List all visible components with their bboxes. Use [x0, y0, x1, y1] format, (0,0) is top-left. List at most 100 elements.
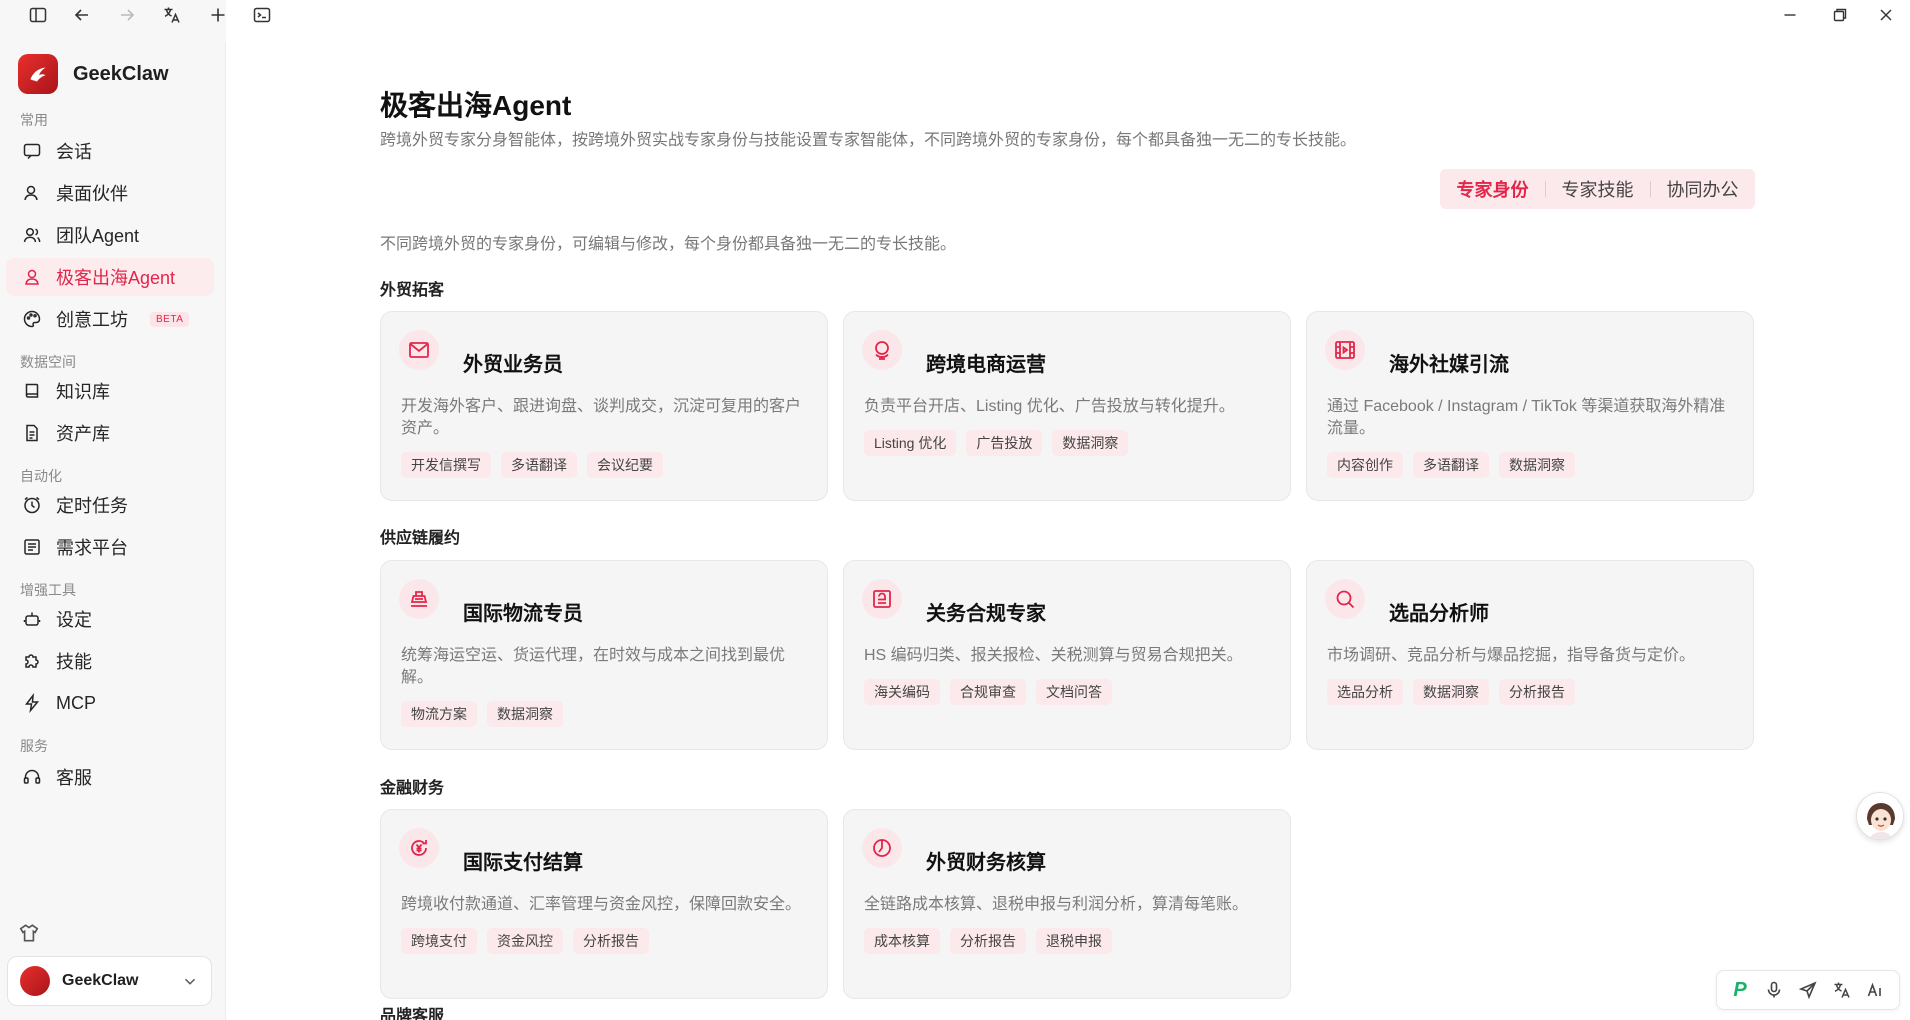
- chart-pie-icon: [862, 828, 902, 868]
- team-icon: [23, 227, 41, 243]
- theme-shirt-icon[interactable]: [18, 922, 40, 944]
- document-icon: [26, 424, 38, 442]
- skill-tag: 数据洞察: [487, 701, 563, 727]
- sidebar-item-label: 会话: [56, 142, 92, 162]
- skill-tag: 数据洞察: [1052, 430, 1129, 456]
- sidebar-item-team-agent[interactable]: 团队Agent: [6, 216, 214, 254]
- tab-expert-skills[interactable]: 专家技能: [1545, 169, 1650, 209]
- sidebar-item-label: MCP: [56, 692, 96, 713]
- list-icon: [24, 539, 40, 555]
- back-arrow-icon[interactable]: [68, 2, 96, 28]
- app-name: GeekClaw: [73, 62, 169, 85]
- tab-bar: 专家身份 专家技能 协同办公: [1440, 169, 1755, 209]
- sidebar-item-asset-library[interactable]: 资产库: [6, 414, 214, 452]
- skill-tag: Listing 优化: [864, 430, 957, 456]
- sidebar-item-geek-overseas-agent[interactable]: 极客出海Agent: [6, 258, 214, 296]
- floating-toolbar: P: [1716, 970, 1900, 1010]
- sidebar: GeekClaw 常用 会话 桌面伙伴 团队Agent 极客出海Agent 创意…: [0, 42, 226, 1020]
- globe-icon: [862, 330, 902, 370]
- terminal-icon[interactable]: [248, 2, 276, 28]
- group-title: 供应链履约: [380, 530, 461, 547]
- tag-list: 选品分析 数据洞察 分析报告: [1327, 679, 1585, 705]
- sidebar-item-label: 定时任务: [56, 496, 128, 516]
- user-icon: [24, 185, 38, 201]
- skill-tag: 数据洞察: [1499, 452, 1575, 478]
- card-title: 国际支付结算: [463, 852, 583, 874]
- expert-card[interactable]: 外贸财务核算 全链路成本核算、退税申报与利润分析，算清每笔账。 成本核算 分析报…: [843, 809, 1291, 999]
- expert-card[interactable]: 跨境电商运营 负责平台开店、Listing 优化、广告投放与转化提升。 List…: [843, 311, 1291, 501]
- skill-tag: 物流方案: [401, 701, 477, 727]
- beta-badge: BETA: [150, 311, 190, 327]
- skill-tag: 选品分析: [1327, 679, 1403, 705]
- account-switcher[interactable]: GeekClaw: [7, 956, 212, 1006]
- skill-tag: 合规审查: [950, 679, 1026, 705]
- translate-icon[interactable]: [1830, 978, 1854, 1002]
- chat-icon: [23, 143, 41, 160]
- expert-card[interactable]: 国际物流专员 统筹海运空运、货运代理，在时效与成本之间找到最优解。 物流方案 数…: [380, 560, 828, 750]
- tab-expert-identity[interactable]: 专家身份: [1440, 169, 1545, 209]
- skill-tag: 多语翻译: [1413, 452, 1489, 478]
- tag-list: 跨境支付 资金风控 分析报告: [401, 928, 659, 954]
- forward-arrow-icon[interactable]: [113, 2, 141, 28]
- sidebar-toggle-icon[interactable]: [24, 2, 52, 28]
- stamp-icon: [862, 579, 902, 619]
- sidebar-item-mcp[interactable]: MCP: [6, 684, 214, 722]
- sidebar-item-label: 团队Agent: [56, 226, 140, 246]
- skill-tag: 海关编码: [864, 679, 940, 705]
- expert-card[interactable]: 外贸业务员 开发海外客户、跟进询盘、谈判成交，沉淀可复用的客户资产。 开发信撰写…: [380, 311, 828, 501]
- skill-tag: 多语翻译: [501, 452, 577, 478]
- card-title: 外贸业务员: [463, 354, 563, 376]
- palette-icon: [23, 310, 41, 328]
- assistant-avatar[interactable]: [1856, 792, 1904, 840]
- expert-card[interactable]: 国际支付结算 跨境收付款通道、汇率管理与资金风控，保障回款安全。 跨境支付 资金…: [380, 809, 828, 999]
- user-icon: [25, 269, 39, 285]
- section-label-enhanced-tools: 增强工具: [20, 582, 76, 598]
- restore-icon[interactable]: [1826, 2, 1854, 28]
- sidebar-item-chat[interactable]: 会话: [6, 132, 214, 170]
- expert-card[interactable]: 关务合规专家 HS 编码归类、报关报检、关税测算与贸易合规把关。 海关编码 合规…: [843, 560, 1291, 750]
- send-icon[interactable]: [1796, 978, 1820, 1002]
- card-description: 开发海外客户、跟进询盘、谈判成交，沉淀可复用的客户资产。: [401, 398, 802, 437]
- mail-icon: [399, 330, 439, 370]
- sidebar-item-label: 桌面伙伴: [56, 184, 128, 204]
- sidebar-item-settings[interactable]: 设定: [6, 600, 214, 638]
- card-description: HS 编码归类、报关报检、关税测算与贸易合规把关。: [864, 647, 1243, 664]
- translate-icon[interactable]: [158, 2, 186, 28]
- sidebar-item-skills[interactable]: 技能: [6, 642, 214, 680]
- ai-text-icon[interactable]: [1864, 978, 1888, 1002]
- brand[interactable]: GeekClaw: [18, 54, 169, 94]
- section-label-service: 服务: [20, 738, 48, 754]
- sidebar-item-label: 极客出海Agent: [56, 268, 176, 288]
- sidebar-item-label: 知识库: [56, 382, 110, 402]
- skill-tag: 分析报告: [950, 928, 1026, 954]
- brand-p-icon[interactable]: P: [1728, 978, 1752, 1002]
- sidebar-item-label: 设定: [56, 610, 92, 630]
- sidebar-item-demand-platform[interactable]: 需求平台: [6, 528, 214, 566]
- skill-tag: 成本核算: [864, 928, 940, 954]
- sidebar-item-knowledge-base[interactable]: 知识库: [6, 372, 214, 410]
- title-bar: [0, 0, 1910, 30]
- expert-card[interactable]: 选品分析师 市场调研、竞品分析与爆品挖掘，指导备货与定价。 选品分析 数据洞察 …: [1306, 560, 1754, 750]
- expert-card[interactable]: 海外社媒引流 通过 Facebook / Instagram / TikTok …: [1306, 311, 1754, 501]
- tag-list: 开发信撰写 多语翻译 会议纪要: [401, 452, 673, 478]
- page-title: 极客出海Agent: [380, 90, 572, 121]
- tab-collaborative-office[interactable]: 协同办公: [1650, 169, 1755, 209]
- skill-tag: 文档问答: [1036, 679, 1112, 705]
- avatar: [20, 966, 50, 996]
- sidebar-item-customer-service[interactable]: 客服: [6, 758, 214, 796]
- headset-icon: [23, 769, 41, 784]
- sidebar-item-scheduled-tasks[interactable]: 定时任务: [6, 486, 214, 524]
- sidebar-item-desktop-partner[interactable]: 桌面伙伴: [6, 174, 214, 212]
- skill-tag: 资金风控: [487, 928, 563, 954]
- section-label-automation: 自动化: [20, 468, 62, 484]
- sidebar-item-creative-workshop[interactable]: 创意工坊 BETA: [6, 300, 214, 338]
- close-icon[interactable]: [1872, 2, 1900, 28]
- minimize-icon[interactable]: [1776, 2, 1804, 28]
- sidebar-item-label: 技能: [56, 652, 92, 672]
- card-title: 海外社媒引流: [1389, 354, 1509, 376]
- microphone-icon[interactable]: [1762, 978, 1786, 1002]
- section-description: 不同跨境外贸的专家身份，可编辑与修改，每个身份都具备独一无二的专长技能。: [380, 236, 957, 253]
- skill-tag: 广告投放: [966, 430, 1043, 456]
- section-label-data-space: 数据空间: [20, 354, 76, 370]
- new-tab-plus-icon[interactable]: [204, 2, 232, 28]
